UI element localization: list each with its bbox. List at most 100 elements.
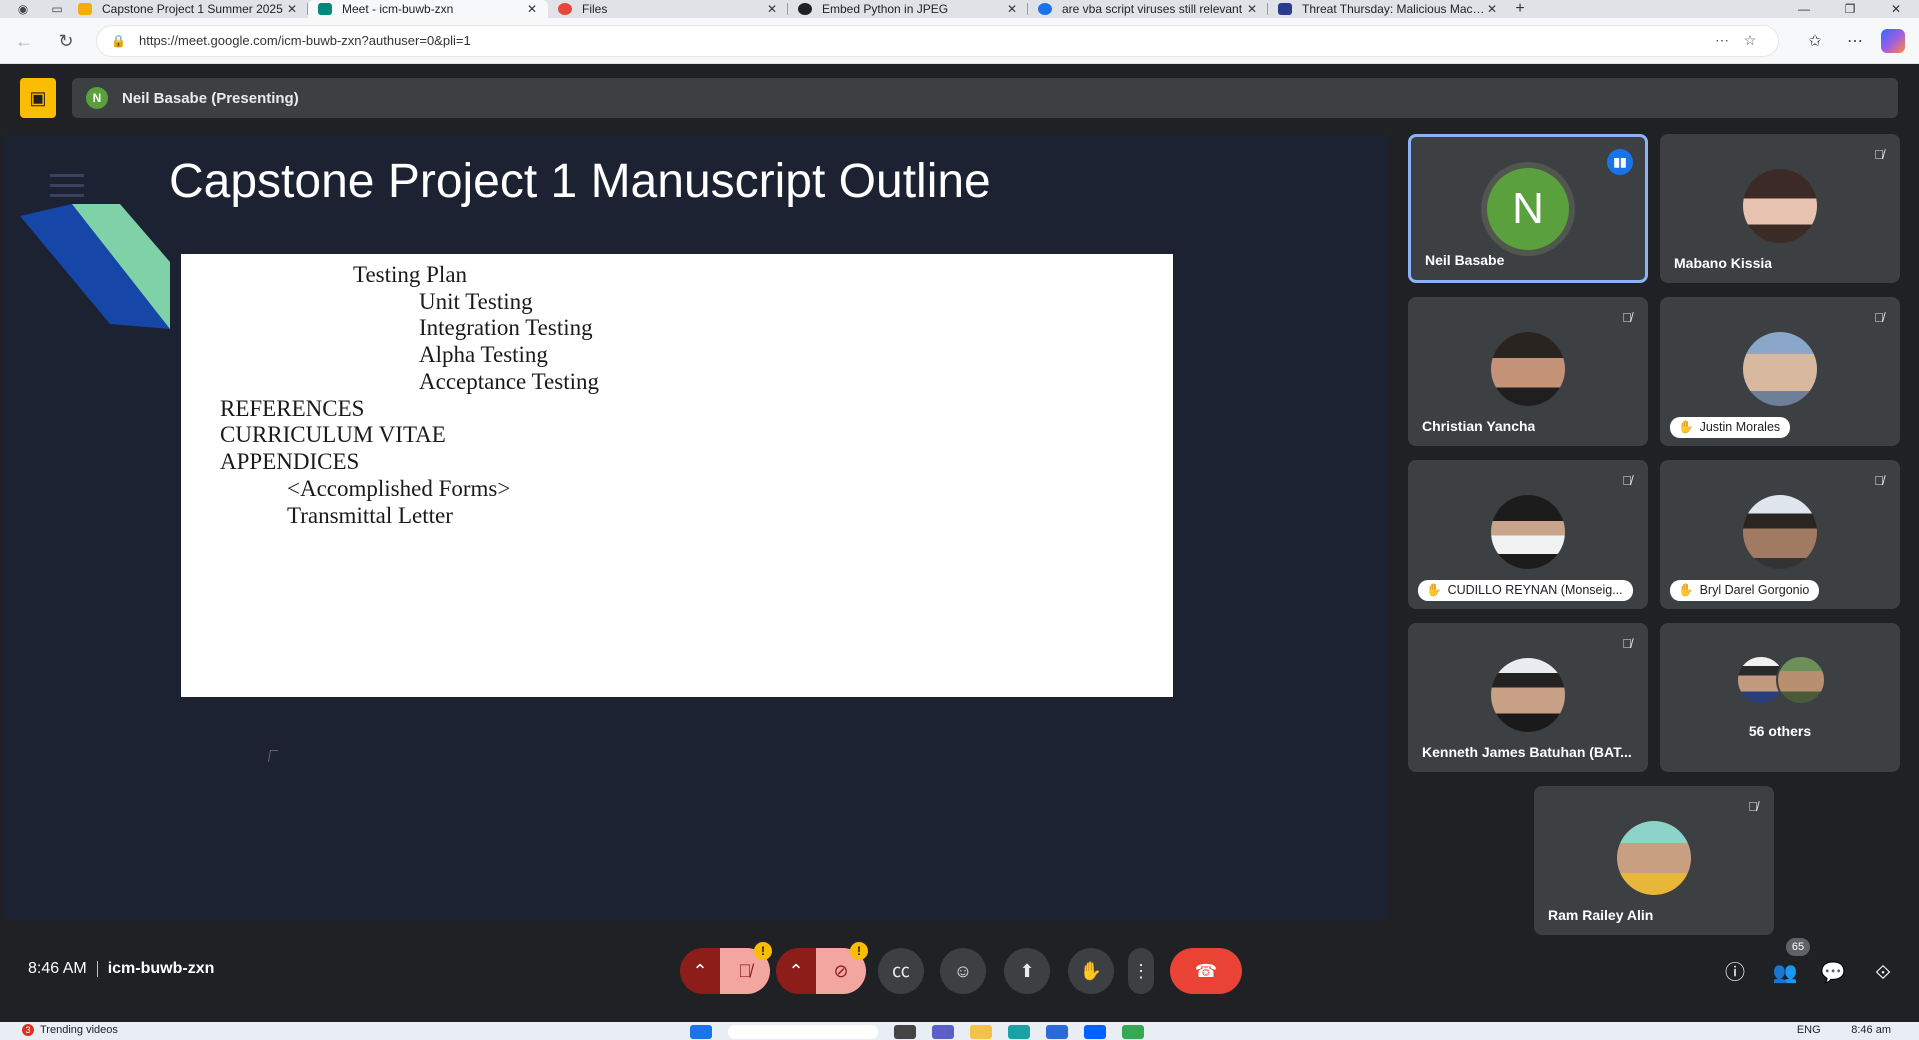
participant-tile[interactable]: 🎙̸ Ram Railey Alin	[1534, 786, 1774, 935]
participant-tile[interactable]: 🎙̸ ✋ CUDILLO REYNAN (Monseig...	[1408, 460, 1648, 609]
widgets-button[interactable]: 3 Trending videos	[22, 1024, 118, 1036]
captions-button[interactable]: ㏄	[878, 948, 924, 994]
restore-icon[interactable]: ❐	[1827, 2, 1873, 16]
browser-tab[interactable]: Threat Thursday: Malicious Macros ✕	[1268, 0, 1508, 18]
browser-tab[interactable]: are vba script viruses still relevant ✕	[1028, 0, 1268, 18]
presenting-bar: ▣ N Neil Basabe (Presenting)	[20, 78, 1898, 118]
profile-icon[interactable]: ◉	[12, 2, 34, 16]
teams-icon[interactable]	[932, 1025, 954, 1039]
audio-options-button[interactable]: ⌃	[680, 948, 720, 994]
outline-line: Integration Testing	[419, 315, 593, 340]
browser-tab[interactable]: Files ✕	[548, 0, 788, 18]
participant-tile[interactable]: 🎙̸ Mabano Kissia	[1660, 134, 1900, 283]
close-icon[interactable]: ✕	[766, 2, 778, 16]
more-icon[interactable]: ⋯	[1835, 31, 1875, 51]
video-options-button[interactable]: ⌃	[776, 948, 816, 994]
tab-actions-icon[interactable]: ▭	[46, 2, 68, 16]
close-icon[interactable]: ✕	[1486, 2, 1498, 16]
participant-tile[interactable]: 🎙̸ ✋ Justin Morales	[1660, 297, 1900, 446]
widget-label: Trending videos	[40, 1024, 118, 1036]
control-bar: 8:46 AM icm-buwb-zxn ⌃ 🎙̸ ! ⌃ ⊘ ! ㏄ ☺ ⬆ ✋…	[4, 936, 1915, 1016]
language-indicator[interactable]: ENG	[1797, 1024, 1821, 1036]
outline-line: Transmittal Letter	[287, 503, 453, 528]
shared-screen: Capstone Project 1 Manuscript Outline Te…	[4, 134, 1388, 920]
mic-off-icon: 🎙̸	[1874, 310, 1884, 325]
hand-raised-chip: ✋ CUDILLO REYNAN (Monseig...	[1418, 580, 1633, 601]
address-bar: ← ↻ 🔒 https://meet.google.com/icm-buwb-z…	[0, 18, 1919, 64]
new-tab-button[interactable]: +	[1508, 0, 1532, 18]
os-taskbar: 3 Trending videos ENG 8:46 am	[0, 1022, 1919, 1040]
meeting-code: icm-buwb-zxn	[107, 960, 215, 977]
window-close-icon[interactable]: ✕	[1873, 2, 1919, 16]
file-explorer-icon[interactable]	[970, 1025, 992, 1039]
hand-raised-icon: ✋	[1678, 583, 1694, 597]
start-icon[interactable]	[690, 1025, 712, 1039]
tray-clock[interactable]: 8:46 am	[1851, 1024, 1891, 1036]
outline-line: Testing Plan	[353, 262, 468, 287]
menu-icon	[50, 174, 84, 204]
presenter-chip[interactable]: N Neil Basabe (Presenting)	[72, 78, 1898, 118]
more-options-button[interactable]: ⋮	[1128, 948, 1154, 994]
others-tile[interactable]: 56 others	[1660, 623, 1900, 772]
task-view-icon[interactable]	[894, 1025, 916, 1039]
camera-warning-icon: !	[850, 942, 868, 960]
avatar	[1491, 495, 1565, 569]
mic-off-icon: 🎙̸	[1874, 473, 1884, 488]
dropbox-icon[interactable]	[1084, 1025, 1106, 1039]
chrome-icon[interactable]	[1122, 1025, 1144, 1039]
close-icon[interactable]: ✕	[1006, 2, 1018, 16]
back-icon[interactable]: ←	[6, 26, 42, 56]
window-controls: — ❐ ✕	[1781, 2, 1919, 16]
tab-title: Files	[582, 2, 608, 16]
store-icon[interactable]	[1046, 1025, 1068, 1039]
avatar	[1491, 332, 1565, 406]
meeting-details-icon[interactable]: ⓘ	[1720, 958, 1750, 988]
participant-name: Christian Yancha	[1422, 418, 1536, 434]
participant-name: Mabano Kissia	[1674, 255, 1773, 271]
participant-name: CUDILLO REYNAN (Monseig...	[1447, 583, 1623, 597]
participant-name: Ram Railey Alin	[1548, 907, 1654, 923]
browser-tab[interactable]: Embed Python in JPEG ✕	[788, 0, 1028, 18]
browser-tab-active[interactable]: Meet - icm-buwb-zxn ✕	[308, 0, 548, 18]
minimize-icon[interactable]: —	[1781, 2, 1827, 16]
edge-icon[interactable]	[1008, 1025, 1030, 1039]
activities-icon[interactable]: ⟐	[1868, 958, 1898, 988]
stop-presenting-icon[interactable]: ▣	[20, 78, 56, 118]
close-icon[interactable]: ✕	[526, 2, 538, 16]
copilot-icon[interactable]	[1881, 28, 1905, 53]
outline-line: Acceptance Testing	[419, 369, 599, 394]
close-icon[interactable]: ✕	[1246, 2, 1258, 16]
site-info-icon[interactable]: 🔒	[111, 34, 129, 48]
chat-icon[interactable]: 💬	[1818, 958, 1848, 988]
tab-title: are vba script viruses still relevant	[1062, 2, 1243, 16]
people-icon[interactable]: 👥	[1770, 958, 1800, 988]
emoji-reactions-button[interactable]: ☺	[940, 948, 986, 994]
participant-tile[interactable]: 🎙̸ Christian Yancha	[1408, 297, 1648, 446]
avatar	[1617, 821, 1691, 895]
avatar	[1776, 655, 1826, 705]
browser-tab[interactable]: Capstone Project 1 Summer 2025 ✕	[68, 0, 308, 18]
others-count: 56 others	[1748, 723, 1812, 739]
reload-icon[interactable]: ↻	[48, 26, 84, 56]
present-screen-button[interactable]: ⬆	[1004, 948, 1050, 994]
close-icon[interactable]: ✕	[286, 2, 298, 16]
mic-off-icon: 🎙̸	[1622, 636, 1632, 651]
leave-call-button[interactable]: ☎	[1170, 948, 1242, 994]
browser-tab-strip: ◉ ▭ Capstone Project 1 Summer 2025 ✕ Meet…	[0, 0, 1919, 18]
people-count-badge: 65	[1786, 938, 1810, 956]
raise-hand-button[interactable]: ✋	[1068, 948, 1114, 994]
favorites-icon[interactable]: ✩	[1795, 31, 1835, 51]
url-text[interactable]: https://meet.google.com/icm-buwb-zxn?aut…	[139, 33, 1708, 48]
participant-tile[interactable]: 🎙̸ Kenneth James Batuhan (BAT...	[1408, 623, 1648, 772]
tab-title: Meet - icm-buwb-zxn	[342, 2, 454, 16]
hand-raised-icon: ✋	[1678, 420, 1694, 434]
avatar: N	[1481, 162, 1575, 256]
outline-line: Unit Testing	[419, 289, 533, 314]
reader-icon[interactable]: ⋯	[1708, 32, 1736, 49]
mic-off-icon: 🎙̸	[1622, 310, 1632, 325]
url-field[interactable]: 🔒 https://meet.google.com/icm-buwb-zxn?a…	[96, 24, 1779, 57]
participant-tile[interactable]: N ▮▮ Neil Basabe	[1408, 134, 1648, 283]
star-icon[interactable]: ☆	[1736, 32, 1764, 49]
participant-tile[interactable]: 🎙̸ ✋ Bryl Darel Gorgonio	[1660, 460, 1900, 609]
search-icon[interactable]	[728, 1025, 878, 1039]
